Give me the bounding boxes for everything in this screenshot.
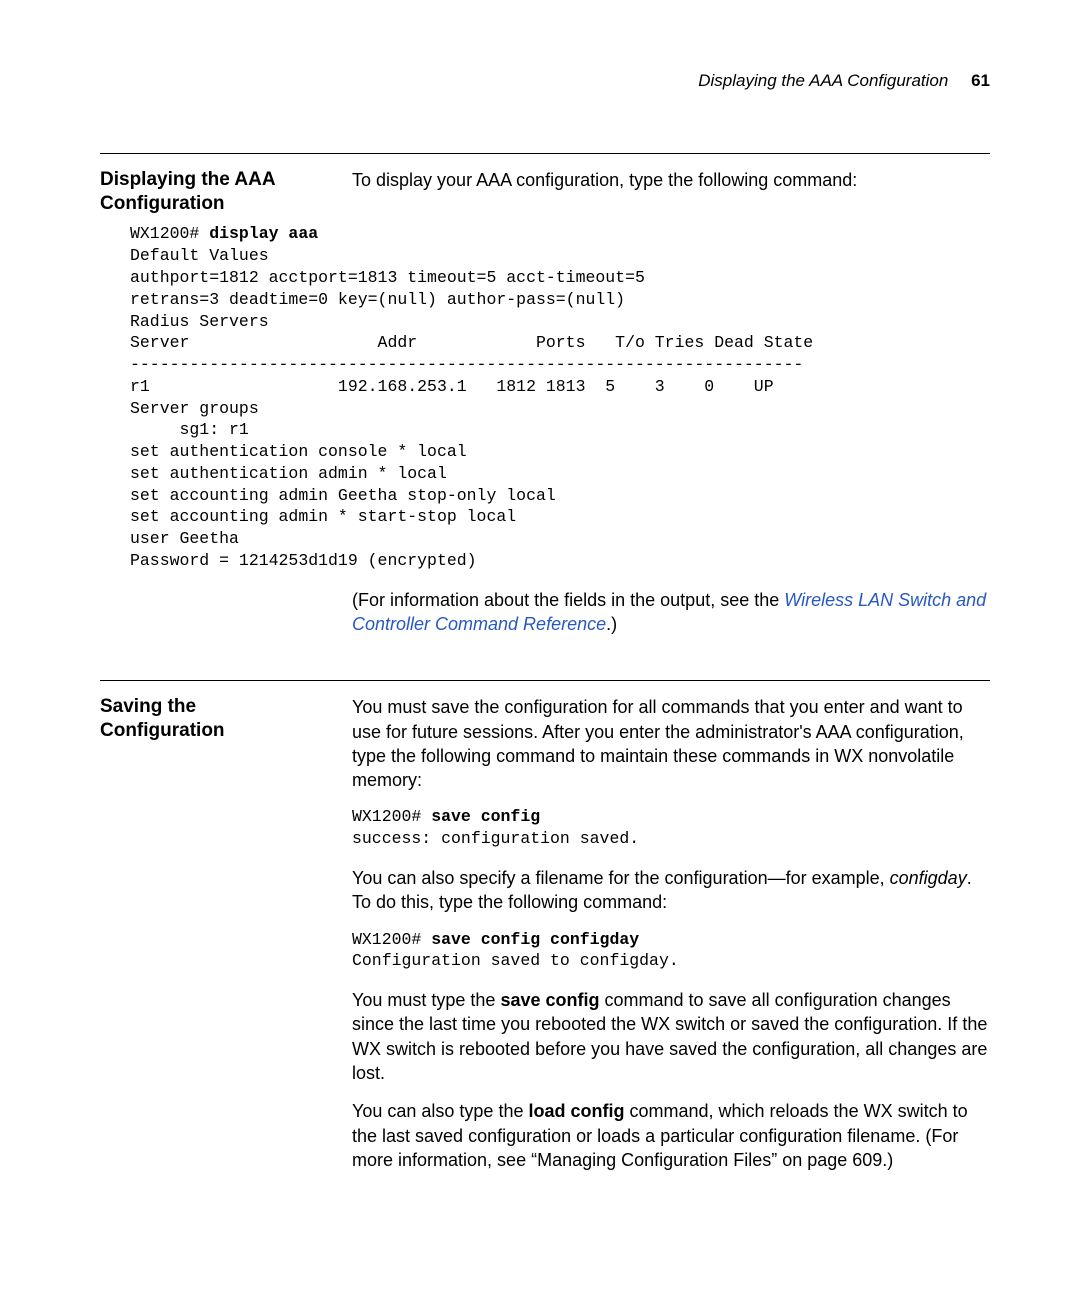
section-heading: Displaying the AAA Configuration bbox=[100, 168, 320, 216]
section-body: To display your AAA configuration, type … bbox=[352, 168, 990, 206]
cli-block-save-config-named: WX1200# save config configday Configurat… bbox=[352, 929, 990, 973]
cli-output: Default Values authport=1812 acctport=18… bbox=[130, 246, 813, 570]
page: Displaying the AAA Configuration 61 Disp… bbox=[0, 0, 1080, 1296]
section-displaying-aaa: Displaying the AAA Configuration To disp… bbox=[100, 168, 990, 216]
text: You must type the bbox=[352, 990, 500, 1010]
cli-command: display aaa bbox=[209, 224, 318, 243]
cli-output: Configuration saved to configday. bbox=[352, 951, 679, 970]
note-post: .) bbox=[606, 614, 617, 634]
cli-block-display-aaa: WX1200# display aaa Default Values authp… bbox=[130, 223, 990, 571]
cli-command: save config bbox=[431, 807, 540, 826]
cli-prompt: WX1200# bbox=[130, 224, 209, 243]
cli-block-save-config: WX1200# save config success: configurati… bbox=[352, 806, 990, 850]
running-title: Displaying the AAA Configuration bbox=[698, 71, 948, 90]
note-body: (For information about the fields in the… bbox=[352, 588, 990, 651]
text: You can also specify a filename for the … bbox=[352, 868, 890, 888]
bold-cmd: load config bbox=[528, 1101, 624, 1121]
section-displaying-aaa-note: (For information about the fields in the… bbox=[100, 588, 990, 651]
text: You can also type the bbox=[352, 1101, 528, 1121]
filename-example: configday bbox=[890, 868, 967, 888]
section-heading: Saving the Configuration bbox=[100, 695, 320, 743]
cli-command: save config configday bbox=[431, 930, 639, 949]
section-saving-config: Saving the Configuration You must save t… bbox=[100, 695, 990, 1186]
para-filename: You can also specify a filename for the … bbox=[352, 866, 990, 915]
cli-prompt: WX1200# bbox=[352, 807, 431, 826]
note-pre: (For information about the fields in the… bbox=[352, 590, 784, 610]
bold-cmd: save config bbox=[500, 990, 599, 1010]
section-rule bbox=[100, 153, 990, 154]
cli-prompt: WX1200# bbox=[352, 930, 431, 949]
para-save-intro: You must save the configuration for all … bbox=[352, 695, 990, 792]
output-note: (For information about the fields in the… bbox=[352, 588, 990, 637]
para-load-config: You can also type the load config comman… bbox=[352, 1099, 990, 1172]
running-header: Displaying the AAA Configuration 61 bbox=[100, 70, 990, 93]
page-number: 61 bbox=[971, 71, 990, 90]
section-rule bbox=[100, 680, 990, 681]
section-body: You must save the configuration for all … bbox=[352, 695, 990, 1186]
cli-output: success: configuration saved. bbox=[352, 829, 639, 848]
para-save-config-note: You must type the save config command to… bbox=[352, 988, 990, 1085]
intro-text: To display your AAA configuration, type … bbox=[352, 168, 990, 192]
